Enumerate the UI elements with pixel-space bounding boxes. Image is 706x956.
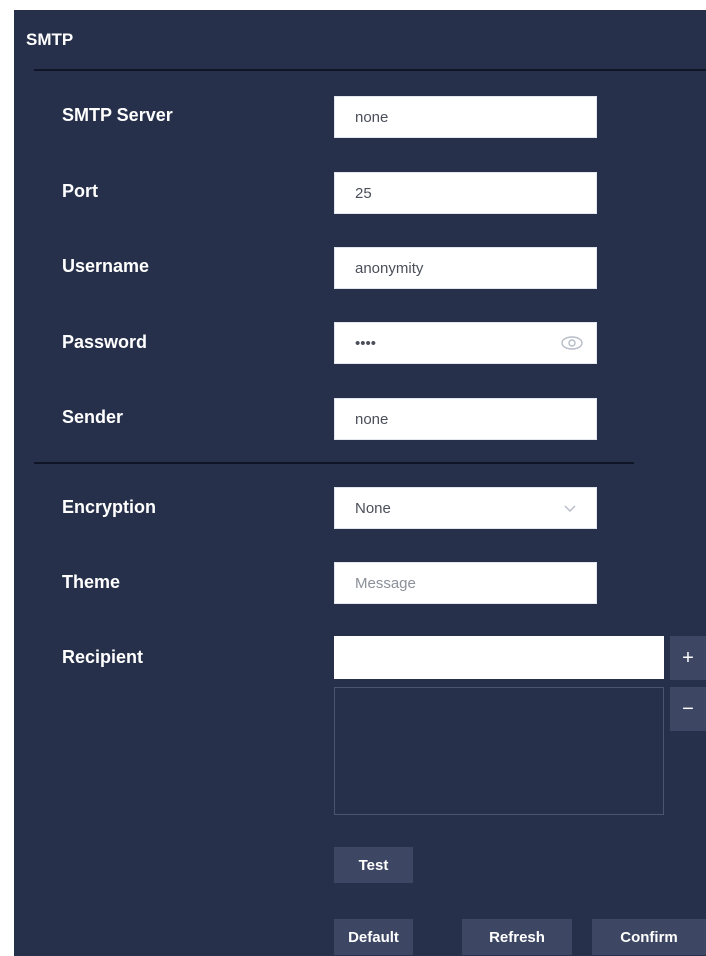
recipient-input[interactable] <box>334 636 664 679</box>
smtp-server-input[interactable]: none <box>334 96 597 138</box>
remove-recipient-button[interactable]: − <box>670 687 706 731</box>
smtp-settings-panel: SMTP SMTP Server none Port 25 Username a… <box>14 10 706 956</box>
add-recipient-button[interactable]: + <box>670 636 706 680</box>
confirm-button[interactable]: Confirm <box>592 919 706 955</box>
username-value: anonymity <box>355 259 424 277</box>
password-value: •••• <box>355 334 377 352</box>
encryption-label: Encryption <box>62 497 157 517</box>
refresh-button[interactable]: Refresh <box>462 919 572 955</box>
theme-placeholder: Message <box>355 574 416 592</box>
encryption-select[interactable]: None <box>334 487 597 529</box>
default-button[interactable]: Default <box>334 919 413 955</box>
chevron-down-icon <box>564 505 576 512</box>
password-input[interactable]: •••• <box>334 322 597 364</box>
username-input[interactable]: anonymity <box>334 247 597 289</box>
recipient-list[interactable] <box>334 687 664 815</box>
test-button[interactable]: Test <box>334 847 413 883</box>
smtp-server-label: SMTP Server <box>62 105 173 125</box>
title-divider <box>34 69 706 71</box>
theme-label: Theme <box>62 572 121 592</box>
theme-input[interactable]: Message <box>334 562 597 604</box>
recipient-label: Recipient <box>62 647 144 667</box>
sender-label: Sender <box>62 407 124 427</box>
smtp-server-value: none <box>355 108 389 126</box>
encryption-value: None <box>355 499 391 517</box>
port-value: 25 <box>355 184 372 202</box>
port-label: Port <box>62 181 98 201</box>
username-label: Username <box>62 256 150 276</box>
password-label: Password <box>62 332 148 352</box>
port-input[interactable]: 25 <box>334 172 597 214</box>
section-title: SMTP <box>26 30 74 49</box>
section-divider <box>34 462 634 464</box>
sender-value: none <box>355 410 389 428</box>
eye-icon[interactable] <box>560 331 584 355</box>
sender-input[interactable]: none <box>334 398 597 440</box>
